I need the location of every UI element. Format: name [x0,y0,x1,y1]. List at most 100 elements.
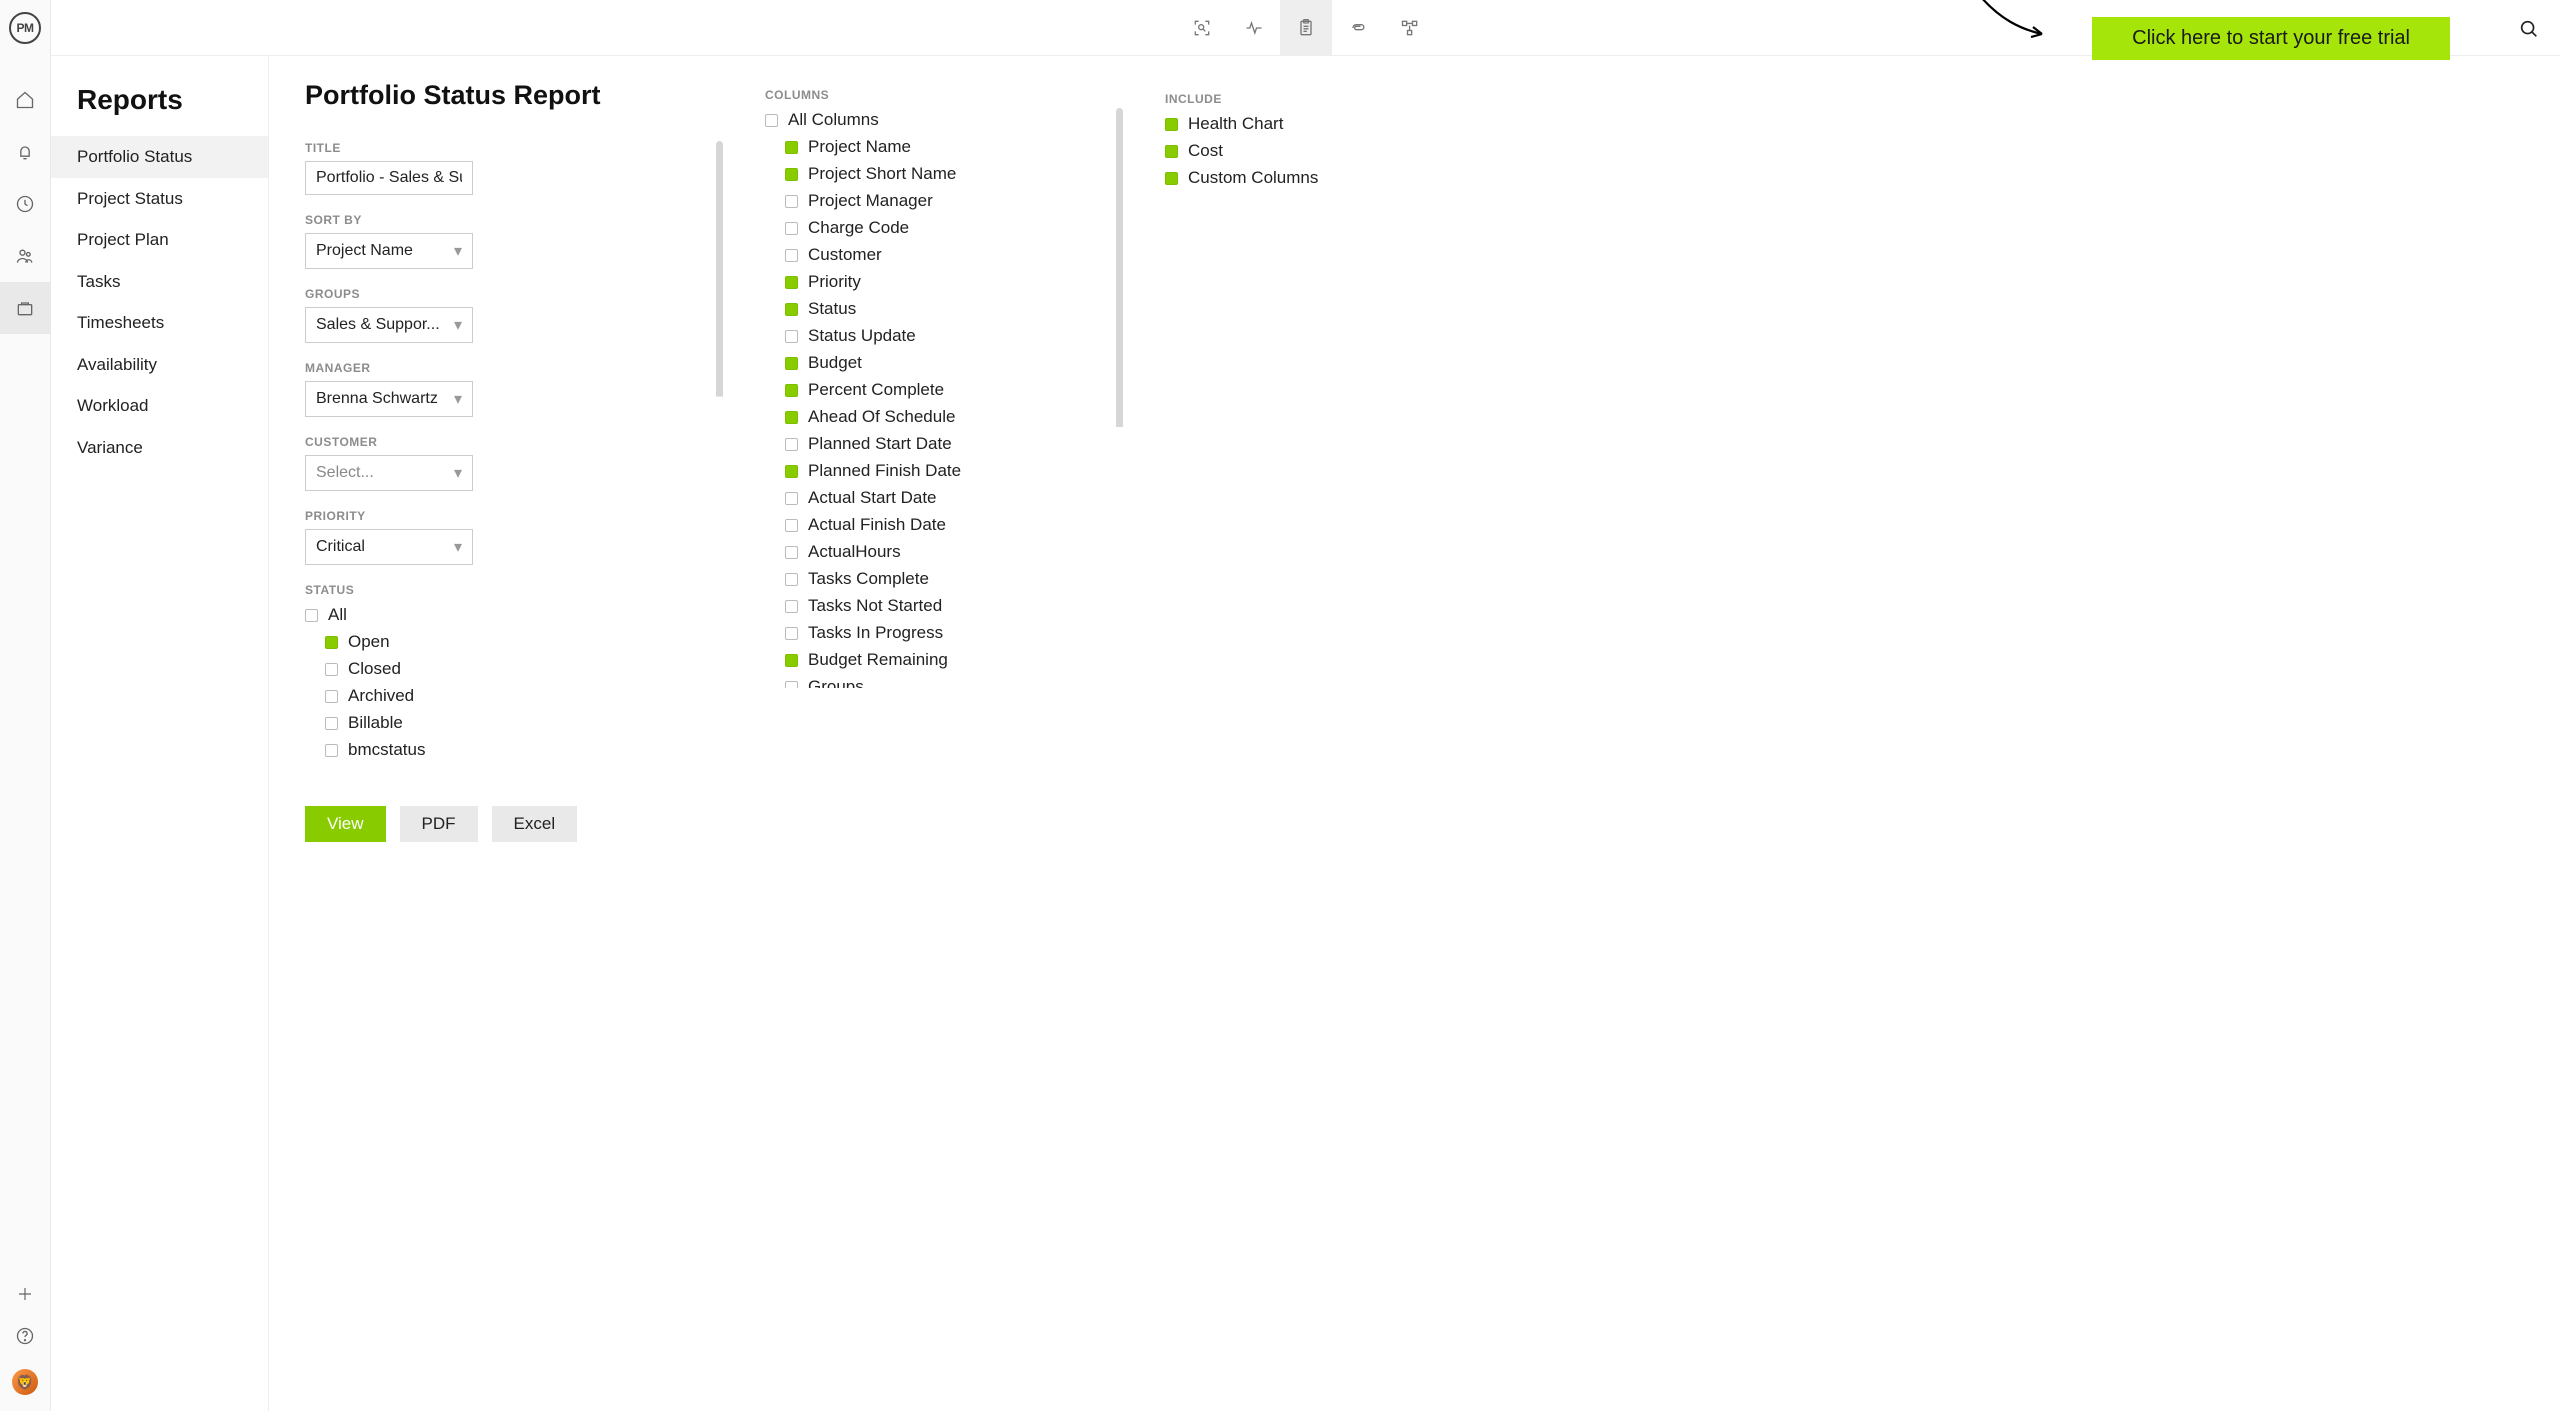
chevron-down-icon: ▾ [454,537,462,557]
checkbox-icon [325,744,338,757]
form-scrollbar[interactable] [716,141,723,780]
checkbox-option[interactable]: Project Short Name [765,162,1105,186]
checkbox-option[interactable]: Actual Start Date [765,486,1105,510]
checkbox-option[interactable]: Ahead Of Schedule [765,405,1105,429]
nav-reports[interactable] [0,282,51,334]
nav-recent[interactable] [0,178,51,230]
checkbox-icon [785,465,798,478]
checkbox-option[interactable]: Billable [305,711,705,735]
checkbox-label: Closed [348,659,401,679]
checkbox-option[interactable]: Priority [765,270,1105,294]
checkbox-icon [1165,172,1178,185]
checkbox-option[interactable]: Budget [765,351,1105,375]
checkbox-label: Tasks In Progress [808,623,943,643]
checkbox-icon [785,411,798,424]
manager-label: MANAGER [305,361,705,375]
title-input[interactable] [305,161,473,195]
checkbox-icon [785,195,798,208]
cta-arrow [1970,0,2050,44]
page-title: Portfolio Status Report [305,80,705,111]
columns-scrollbar[interactable] [1116,108,1123,688]
checkbox-option[interactable]: Planned Start Date [765,432,1105,456]
checkbox-option[interactable]: Project Manager [765,189,1105,213]
sidebar-item[interactable]: Timesheets [51,302,268,344]
nav-notifications[interactable] [0,126,51,178]
checkbox-option[interactable]: Tasks In Progress [765,621,1105,645]
checkbox-icon [785,222,798,235]
sidebar-item[interactable]: Variance [51,427,268,469]
checkbox-icon [785,519,798,532]
priority-select[interactable]: Critical ▾ [305,529,473,565]
manager-select[interactable]: Brenna Schwartz ▾ [305,381,473,417]
checkbox-option[interactable]: Percent Complete [765,378,1105,402]
sidebar-item[interactable]: Portfolio Status [51,136,268,178]
checkbox-label: Project Name [808,137,911,157]
search-icon[interactable] [2518,18,2540,45]
checkbox-option[interactable]: Charge Code [765,216,1105,240]
checkbox-option[interactable]: Customer [765,243,1105,267]
customer-select[interactable]: Select... ▾ [305,455,473,491]
toolbar-attachment-icon[interactable] [1332,0,1384,56]
nav-home[interactable] [0,74,51,126]
excel-button[interactable]: Excel [492,806,578,842]
toolbar-scan-icon[interactable] [1176,0,1228,56]
sortby-select[interactable]: Project Name ▾ [305,233,473,269]
checkbox-option[interactable]: ActualHours [765,540,1105,564]
priority-label: PRIORITY [305,509,705,523]
sidebar-item[interactable]: Workload [51,385,268,427]
checkbox-option[interactable]: Actual Finish Date [765,513,1105,537]
checkbox-icon [785,654,798,667]
checkbox-label: Project Manager [808,191,933,211]
checkbox-label: Tasks Not Started [808,596,942,616]
checkbox-option[interactable]: Planned Finish Date [765,459,1105,483]
checkbox-label: Planned Finish Date [808,461,961,481]
nav-add-icon[interactable] [16,1285,34,1308]
checkbox-option[interactable]: Tasks Complete [765,567,1105,591]
app-logo[interactable]: PM [9,12,41,44]
toolbar-flow-icon[interactable] [1384,0,1436,56]
checkbox-icon [1165,145,1178,158]
checkbox-option[interactable]: Status [765,297,1105,321]
checkbox-label: Status [808,299,856,319]
checkbox-option[interactable]: bmcstatus [305,738,705,762]
checkbox-option[interactable]: Custom Columns [1165,166,1445,190]
sidebar-item[interactable]: Project Status [51,178,268,220]
priority-value: Critical [316,538,365,556]
checkbox-icon [785,357,798,370]
checkbox-option[interactable]: Health Chart [1165,112,1445,136]
checkbox-option[interactable]: Project Name [765,135,1105,159]
checkbox-option[interactable]: Archived [305,684,705,708]
checkbox-icon [785,303,798,316]
toolbar-clipboard-icon[interactable] [1280,0,1332,56]
free-trial-button[interactable]: Click here to start your free trial [2092,17,2450,60]
checkbox-option[interactable]: All Columns [765,108,1105,132]
checkbox-option[interactable]: Status Update [765,324,1105,348]
checkbox-label: Open [348,632,390,652]
sidebar-item[interactable]: Project Plan [51,219,268,261]
checkbox-option[interactable]: Tasks Not Started [765,594,1105,618]
nav-people[interactable] [0,230,51,282]
user-avatar[interactable]: 🦁 [12,1369,38,1395]
checkbox-icon [325,663,338,676]
checkbox-icon [305,609,318,622]
sidebar-item[interactable]: Availability [51,344,268,386]
checkbox-option[interactable]: Closed [305,657,705,681]
checkbox-option[interactable]: All [305,603,705,627]
checkbox-icon [785,681,798,689]
checkbox-option[interactable]: Groups [765,675,1105,688]
view-button[interactable]: View [305,806,386,842]
toolbar-activity-icon[interactable] [1228,0,1280,56]
chevron-down-icon: ▾ [454,389,462,409]
checkbox-option[interactable]: Budget Remaining [765,648,1105,672]
checkbox-option[interactable]: Cost [1165,139,1445,163]
checkbox-option[interactable]: Open [305,630,705,654]
checkbox-icon [1165,118,1178,131]
groups-select[interactable]: Sales & Suppor... ▾ [305,307,473,343]
pdf-button[interactable]: PDF [400,806,478,842]
nav-help-icon[interactable] [15,1326,35,1351]
sortby-value: Project Name [316,242,413,260]
checkbox-icon [785,141,798,154]
include-label: INCLUDE [1165,92,1445,106]
customer-value: Select... [316,464,374,482]
sidebar-item[interactable]: Tasks [51,261,268,303]
